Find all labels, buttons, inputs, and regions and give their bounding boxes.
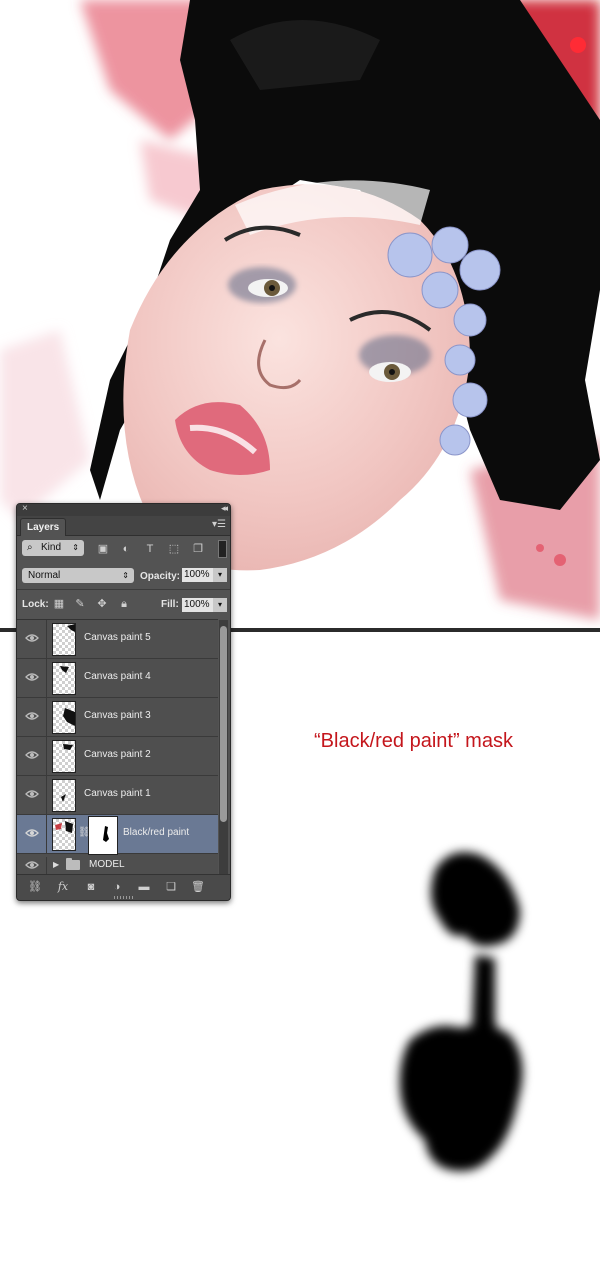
layer-thumbnail[interactable] (52, 701, 76, 734)
panel-menu-icon[interactable]: ▾☰ (212, 519, 226, 530)
layer-thumbnail-art (63, 744, 73, 750)
type-filter-icon[interactable]: T (143, 542, 157, 556)
layer-thumbnail[interactable] (52, 623, 76, 656)
layer-thumbnail-art (67, 624, 75, 632)
layer-row[interactable]: Canvas paint 3 (17, 698, 218, 737)
visibility-toggle[interactable] (17, 776, 47, 814)
lock-transparent-icon[interactable]: ▦ (52, 597, 66, 611)
resize-grip[interactable] (114, 896, 134, 899)
visibility-toggle[interactable] (17, 698, 47, 736)
opacity-dropdown-icon[interactable]: ▾ (213, 568, 227, 582)
layer-group-row[interactable]: ▶ MODEL (17, 857, 218, 874)
trash-icon[interactable]: 🗑︎ (190, 880, 206, 894)
layer-name[interactable]: Canvas paint 5 (84, 632, 151, 643)
fill-dropdown-icon[interactable]: ▾ (213, 598, 227, 612)
scrollbar-thumb[interactable] (220, 626, 227, 822)
lock-brush-icon[interactable]: ✎ (73, 597, 87, 611)
mask-thumbnail-art (103, 826, 109, 842)
panel-titlebar[interactable]: × ◂◂ (17, 504, 230, 516)
layer-row[interactable]: Canvas paint 1 (17, 776, 218, 815)
collapse-icon[interactable]: ◂◂ (221, 504, 228, 514)
layer-thumbnail[interactable] (52, 779, 76, 812)
layer-row-selected[interactable]: ⛓ Black/red paint (17, 815, 218, 855)
fill-field[interactable]: 100% (182, 598, 213, 612)
layer-thumbnail-art (61, 794, 66, 802)
filter-toggle[interactable] (218, 540, 227, 558)
opacity-label: Opacity: (140, 571, 181, 582)
layer-mask-thumbnail[interactable] (88, 816, 118, 855)
lock-label: Lock: (22, 599, 49, 610)
layer-row[interactable]: Canvas paint 2 (17, 737, 218, 776)
add-mask-icon[interactable]: ◙ (83, 880, 99, 894)
layer-thumbnail[interactable] (52, 662, 76, 695)
layer-name[interactable]: Canvas paint 4 (84, 671, 151, 682)
layer-name[interactable]: Canvas paint 3 (84, 710, 151, 721)
adjustment-filter-icon[interactable]: ◐ (119, 542, 133, 556)
lock-position-icon[interactable]: ✥ (95, 597, 109, 611)
tab-layers[interactable]: Layers (20, 518, 67, 536)
stepper-arrows-icon: ⇕ (72, 543, 79, 552)
fx-icon[interactable]: fx (55, 880, 71, 894)
kind-filter-label: Kind (41, 542, 62, 553)
layer-thumbnail[interactable] (52, 818, 76, 851)
new-group-icon[interactable]: ▬ (136, 880, 152, 894)
layer-row[interactable]: Canvas paint 4 (17, 659, 218, 698)
eye-icon (25, 712, 39, 720)
stepper-arrows-icon: ⇕ (122, 571, 129, 580)
group-name[interactable]: MODEL (89, 859, 125, 870)
panel-tab-row: Layers ▾☰ (17, 516, 230, 536)
eye-icon (25, 634, 39, 642)
eye-icon (25, 751, 39, 759)
search-icon: ⌕ (27, 542, 33, 553)
visibility-toggle[interactable] (17, 737, 47, 775)
layer-name[interactable]: Canvas paint 1 (84, 788, 151, 799)
close-icon[interactable]: × (22, 504, 28, 514)
blend-mode-value: Normal (28, 570, 61, 581)
visibility-toggle[interactable] (17, 857, 47, 874)
smart-object-filter-icon[interactable]: ❐ (191, 542, 205, 556)
mask-caption: “Black/red paint” mask (314, 730, 513, 752)
pixel-filter-icon[interactable]: ▣ (96, 542, 110, 556)
divider (17, 589, 230, 590)
blend-row: Normal ⇕ Opacity: 100% ▾ (17, 564, 230, 588)
adjustment-layer-icon[interactable]: ◑ (109, 880, 125, 894)
layer-name[interactable]: Canvas paint 2 (84, 749, 151, 760)
layer-row[interactable]: Canvas paint 5 (17, 620, 218, 659)
visibility-toggle[interactable] (17, 815, 47, 853)
layer-name[interactable]: Black/red paint (123, 827, 189, 838)
layer-thumbnail-art (63, 708, 75, 726)
visibility-toggle[interactable] (17, 620, 47, 658)
shape-filter-icon[interactable]: ⬚ (167, 542, 181, 556)
expand-triangle-icon[interactable]: ▶ (53, 860, 59, 869)
layer-thumbnail[interactable] (52, 740, 76, 773)
layer-thumbnail-art (55, 821, 73, 833)
mask-preview (399, 852, 523, 1172)
layers-list: Canvas paint 5 Canvas paint 4 Canvas pai… (17, 619, 218, 874)
lock-all-icon[interactable]: 🔒︎ (117, 597, 131, 611)
eye-icon (25, 790, 39, 798)
link-layers-icon[interactable]: ⛓ (27, 880, 43, 894)
filter-row: ⌕ Kind ⇕ ▣ ◐ T ⬚ ❐ (17, 536, 230, 562)
fill-label: Fill: (161, 599, 179, 610)
folder-icon (66, 858, 80, 870)
opacity-field[interactable]: 100% (182, 568, 213, 582)
eye-icon (25, 673, 39, 681)
layers-panel: × ◂◂ Layers ▾☰ ⌕ Kind ⇕ ▣ ◐ T ⬚ ❐ Normal… (16, 503, 231, 901)
panel-footer: ⛓ fx ◙ ◑ ▬ ❏ 🗑︎ (17, 874, 230, 900)
eye-icon (25, 861, 39, 869)
eye-icon (25, 829, 39, 837)
visibility-toggle[interactable] (17, 659, 47, 697)
layer-thumbnail-art (60, 666, 69, 673)
new-layer-icon[interactable]: ❏ (163, 880, 179, 894)
lock-row: Lock: ▦ ✎ ✥ 🔒︎ Fill: 100% ▾ (17, 591, 230, 618)
kind-filter-select[interactable]: ⌕ Kind ⇕ (22, 540, 84, 556)
blend-mode-select[interactable]: Normal ⇕ (22, 568, 134, 583)
